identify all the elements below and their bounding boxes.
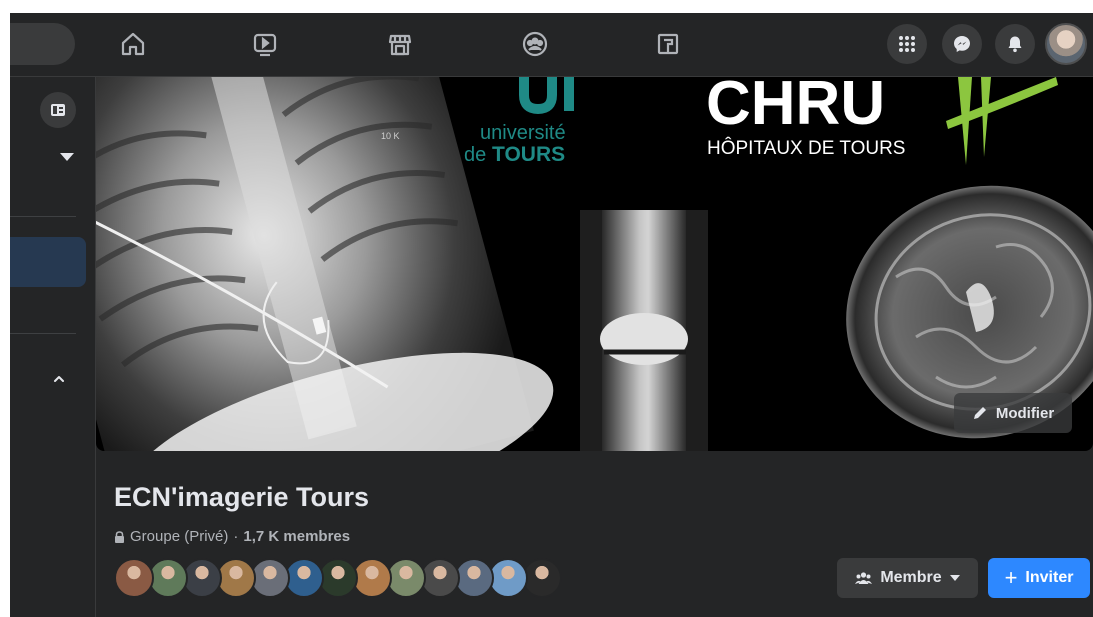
notifications-icon: [1008, 36, 1022, 53]
lock-icon: [115, 530, 124, 543]
chru-text: CHRU: [706, 77, 885, 138]
watch-icon[interactable]: [248, 27, 282, 61]
xray-marker-label: 10 K: [381, 131, 400, 141]
knee-xray-image: [580, 210, 708, 451]
facebook-window: 10 K université de TOURS CHRU HÔPITAUX D…: [10, 13, 1093, 617]
left-sidebar: [10, 77, 96, 617]
member-button[interactable]: Membre: [837, 558, 978, 598]
member-avatar[interactable]: [318, 558, 358, 598]
member-avatar[interactable]: [216, 558, 256, 598]
home-icon[interactable]: [116, 27, 150, 61]
sidebar-toggle-button[interactable]: [40, 92, 76, 128]
edit-cover-button[interactable]: Modifier: [954, 393, 1072, 433]
search-input[interactable]: [10, 23, 75, 65]
group-header: 10 K université de TOURS CHRU HÔPITAUX D…: [96, 77, 1093, 617]
universite-tours-text: TOURS: [492, 143, 565, 166]
member-button-label: Membre: [880, 569, 942, 586]
caret-down-icon[interactable]: [60, 153, 74, 161]
messenger-icon: [954, 36, 970, 52]
top-navigation-bar: [10, 13, 1093, 77]
group-title: ECN'imagerie Tours: [114, 482, 369, 512]
group-members-count[interactable]: 1,7 K membres: [243, 528, 350, 545]
member-avatar-stack: [114, 558, 594, 598]
cover-image: 10 K université de TOURS CHRU HÔPITAUX D…: [96, 77, 1093, 451]
plus-icon: +: [1004, 565, 1018, 590]
notifications-button[interactable]: [995, 24, 1035, 64]
cover-photo: 10 K université de TOURS CHRU HÔPITAUX D…: [96, 77, 1093, 451]
group-privacy[interactable]: Groupe (Privé): [130, 528, 228, 545]
member-avatar[interactable]: [420, 558, 460, 598]
member-avatar[interactable]: [182, 558, 222, 598]
member-avatar[interactable]: [148, 558, 188, 598]
chru-subtitle-text: HÔPITAUX DE TOURS: [707, 137, 905, 159]
pencil-icon: [973, 407, 986, 419]
universite-tours-logo: université de TOURS: [464, 77, 574, 166]
member-avatar[interactable]: [352, 558, 392, 598]
sidebar-item-active[interactable]: [10, 237, 86, 287]
member-avatar[interactable]: [454, 558, 494, 598]
universite-text: université: [480, 122, 566, 144]
marketplace-icon[interactable]: [383, 27, 417, 61]
invite-button[interactable]: + Inviter: [988, 558, 1090, 598]
member-avatar[interactable]: [284, 558, 324, 598]
caret-down-icon: [949, 575, 960, 581]
profile-avatar[interactable]: [1045, 23, 1087, 65]
member-avatar[interactable]: [488, 558, 528, 598]
gaming-icon[interactable]: [651, 27, 685, 61]
menu-grid-icon: [899, 36, 915, 52]
member-avatar[interactable]: [114, 558, 154, 598]
sidebar-divider: [10, 216, 76, 217]
chru-logo: CHRU HÔPITAUX DE TOURS: [706, 77, 1058, 165]
member-avatar[interactable]: [522, 558, 562, 598]
member-avatar[interactable]: [386, 558, 426, 598]
meta-separator: ·: [233, 528, 239, 545]
members-group-icon: [855, 572, 873, 584]
universite-de-text: de: [464, 144, 486, 166]
chevron-up-icon[interactable]: [53, 373, 65, 385]
sidebar-divider: [10, 333, 76, 334]
groups-icon[interactable]: [518, 27, 552, 61]
member-avatar[interactable]: [250, 558, 290, 598]
sidebar-panel-icon: [51, 104, 65, 116]
invite-button-label: Inviter: [1025, 569, 1074, 586]
edit-cover-label: Modifier: [995, 404, 1055, 422]
group-meta: Groupe (Privé) · 1,7 K membres: [114, 528, 350, 545]
messenger-button[interactable]: [942, 24, 982, 64]
menu-grid-button[interactable]: [887, 24, 927, 64]
